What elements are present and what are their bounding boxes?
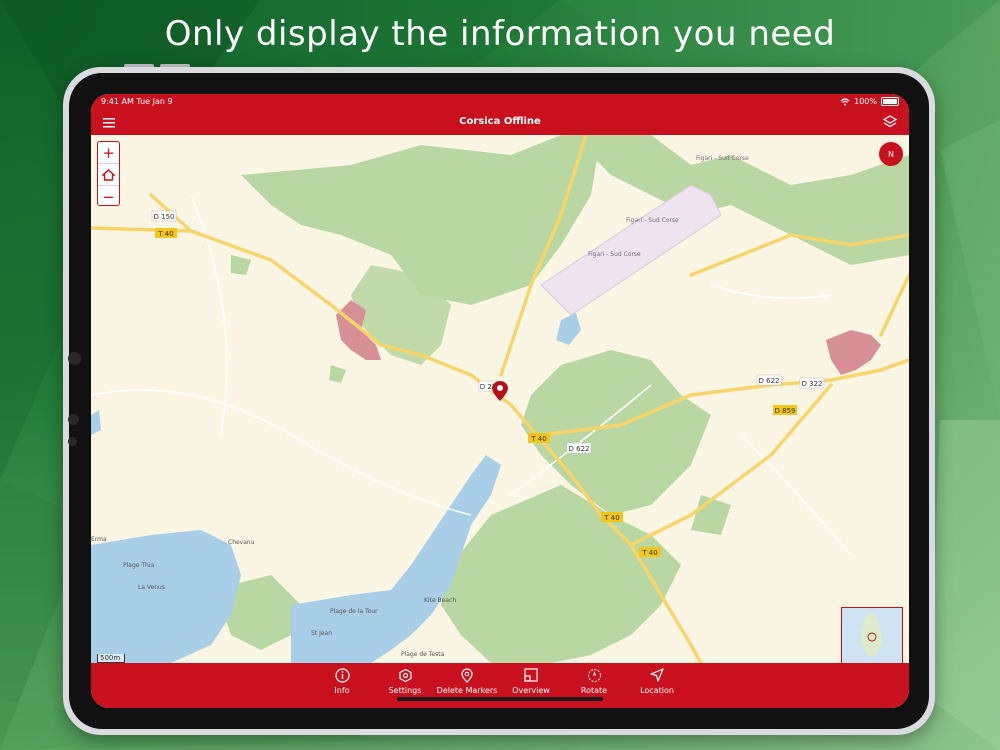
place-label-chevanu: Chevanu: [228, 539, 255, 546]
app-title: Corsica Offline: [459, 116, 541, 127]
road-label-d622-center: D 622: [569, 445, 590, 453]
app-screen: 9:41 AM Tue Jan 9 100% Corsica Offline D…: [91, 94, 909, 708]
tab-info-label: Info: [334, 686, 350, 695]
airport-label-2: Figari - Sud Corse: [626, 217, 679, 224]
scale-bar: 500m: [97, 654, 126, 663]
compass-icon: N: [888, 149, 894, 159]
home-indicator: [397, 697, 603, 701]
info-icon: [334, 667, 350, 683]
airport-label-3: Figari - Sud Corse: [588, 251, 641, 258]
headline: Only display the information you need: [164, 14, 836, 54]
tab-info[interactable]: Info: [310, 667, 374, 695]
road-label-d322: D 322: [802, 380, 823, 388]
place-label-st-jean: St Jean: [311, 630, 332, 637]
tab-overview[interactable]: Overview: [499, 667, 563, 695]
place-label-kite-beach: Kite Beach: [424, 597, 456, 604]
compass-button[interactable]: N: [879, 142, 903, 166]
marker-icon: [461, 667, 473, 683]
tab-delete-markers-label: Delete Markers: [436, 686, 498, 695]
home-button[interactable]: [98, 163, 119, 185]
overview-minimap[interactable]: [841, 607, 903, 665]
tab-delete-markers[interactable]: Delete Markers: [435, 667, 499, 695]
location-arrow-icon: [650, 668, 664, 682]
home-icon: [102, 168, 115, 181]
road-label-d150: D 150: [154, 213, 175, 221]
map-view[interactable]: D 150 T 40 T 40 T 40 T 40 D 22 D 622 D 6…: [91, 135, 909, 663]
road-label-t40-west: T 40: [157, 230, 173, 238]
place-label-plage-thia: Plage Thia: [123, 562, 155, 569]
place-label-plage-tour: Plage de la Tour: [330, 608, 378, 615]
tab-settings-label: Settings: [388, 686, 422, 695]
tab-location-label: Location: [640, 686, 674, 695]
road-label-t40-center: T 40: [530, 435, 546, 443]
side-sensor: [68, 414, 79, 425]
road-label-d622-east: D 622: [759, 377, 780, 385]
tab-rotate-label: Rotate: [580, 686, 608, 695]
zoom-out-button[interactable]: −: [98, 185, 119, 207]
minimap-map: [842, 608, 902, 664]
camera-dot: [68, 352, 81, 365]
settings-icon: [398, 668, 412, 682]
place-label-la-venus: La Venus: [138, 584, 165, 591]
status-right: 100%: [840, 97, 899, 106]
status-time: 9:41 AM Tue Jan 9: [101, 97, 173, 106]
tab-location[interactable]: Location: [625, 667, 689, 695]
tab-rotate[interactable]: Rotate: [562, 667, 626, 695]
bottom-tab-bar: Info Settings Delete Markers Overview Ro…: [91, 663, 909, 708]
road-label-d859: D 859: [775, 407, 796, 415]
side-sensor-2: [68, 437, 77, 446]
place-label-erma: Erma: [91, 536, 107, 543]
overview-icon: [524, 668, 538, 682]
battery-percent: 100%: [854, 97, 877, 106]
road-label-t40-south: T 40: [603, 514, 619, 522]
layers-icon[interactable]: [883, 115, 897, 129]
wifi-icon: [840, 97, 850, 105]
zoom-controls: + −: [97, 141, 120, 206]
status-bar: 9:41 AM Tue Jan 9 100%: [91, 94, 909, 110]
nav-bar: Corsica Offline: [91, 110, 909, 135]
airport-label-1: Figari - Sud Corse: [696, 155, 749, 162]
tab-settings[interactable]: Settings: [373, 667, 437, 695]
tab-overview-label: Overview: [512, 686, 550, 695]
zoom-in-button[interactable]: +: [98, 142, 119, 163]
battery-icon: [881, 97, 899, 106]
rotate-icon: [587, 668, 601, 682]
place-label-plage-testa: Plage de Testa: [401, 651, 445, 658]
road-label-t40-southeast: T 40: [641, 549, 657, 557]
